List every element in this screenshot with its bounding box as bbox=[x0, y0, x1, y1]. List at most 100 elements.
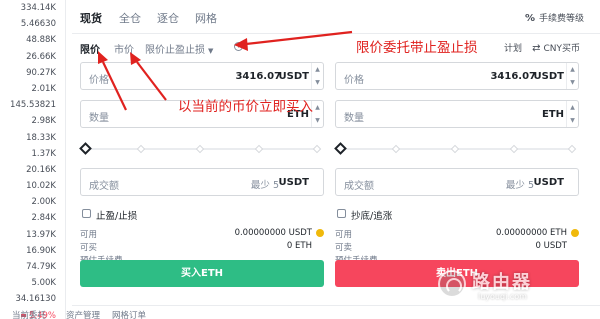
buy-eth-button[interactable]: 买入ETH bbox=[80, 260, 324, 287]
order-book-row: 74.79K bbox=[26, 262, 56, 272]
can-buy-value: 0 ETH bbox=[286, 241, 312, 251]
slider-mark[interactable] bbox=[254, 144, 264, 154]
quantity-label: 数量 bbox=[89, 113, 109, 124]
slider-mark[interactable] bbox=[136, 144, 146, 154]
order-book-row: 16.90K bbox=[26, 245, 56, 256]
fee-level-label: 手续费等级 bbox=[538, 14, 584, 24]
order-book-row: 334.14K bbox=[20, 3, 56, 13]
slider-mark[interactable] bbox=[509, 144, 519, 154]
slider-mark[interactable] bbox=[391, 144, 401, 154]
order-book-row: 2.01K bbox=[31, 83, 57, 94]
can-sell-row: 可卖 0 USDT bbox=[335, 241, 579, 254]
sell-quantity-input[interactable]: 数量 ETH ▲ ▼ bbox=[335, 100, 579, 128]
tpsl-checkbox[interactable]: 止盈/止损 bbox=[80, 206, 324, 222]
order-book-row: 10.02K bbox=[26, 181, 56, 192]
total-label: 成交额 bbox=[89, 181, 119, 192]
buy-price-input[interactable]: 价格 3416.07 USDT ▲ ▼ bbox=[80, 62, 324, 90]
tab-open-orders[interactable]: 当前委托 bbox=[12, 309, 46, 319]
price-label: 价格 bbox=[89, 75, 109, 86]
buy-dip-checkbox-label: 抄底/追涨 bbox=[351, 211, 393, 222]
tab-grid-orders[interactable]: 网格订单 bbox=[112, 309, 146, 319]
can-sell-label: 可卖 bbox=[335, 243, 353, 253]
buy-percent-slider[interactable] bbox=[79, 138, 324, 160]
order-book-row: 1.37K bbox=[31, 148, 57, 159]
total-label: 成交额 bbox=[344, 181, 374, 192]
available-label: 可用 bbox=[80, 230, 98, 240]
price-value: 3416.07 bbox=[490, 71, 536, 82]
total-min-hint: 最少 5 bbox=[250, 180, 279, 191]
add-funds-icon[interactable] bbox=[316, 229, 324, 237]
order-type-row: 限价 市价 限价止盈止损 ▼ i 计划 ⇄ CNY买币 bbox=[72, 38, 600, 58]
can-buy-label: 可买 bbox=[80, 243, 98, 253]
price-stepper[interactable]: ▲ ▼ bbox=[311, 63, 323, 89]
available-row: 可用 0.00000000 ETH bbox=[335, 228, 579, 241]
quantity-unit: ETH bbox=[541, 109, 564, 120]
buy-dip-checkbox[interactable]: 抄底/追涨 bbox=[335, 206, 579, 222]
tab-assets[interactable]: 资产管理 bbox=[66, 309, 100, 319]
watermark-name: 路由器 bbox=[472, 272, 532, 293]
available-value: 0.00000000 ETH bbox=[495, 228, 567, 238]
annotation-market: 以当前的币价立即买入 bbox=[178, 99, 313, 115]
order-book-row: 5.00K bbox=[31, 278, 57, 289]
order-book-row: 90.27K bbox=[26, 67, 56, 78]
quantity-stepper[interactable]: ▲ ▼ bbox=[566, 101, 578, 127]
checkbox-box[interactable] bbox=[337, 209, 346, 218]
quantity-label: 数量 bbox=[344, 113, 364, 124]
order-type-limit[interactable]: 限价 bbox=[80, 41, 100, 56]
tab-isolated[interactable]: 逐仓 bbox=[157, 10, 179, 26]
add-funds-icon[interactable] bbox=[571, 229, 579, 237]
cny-buy-label: CNY买币 bbox=[543, 44, 580, 54]
sell-price-input[interactable]: 价格 3416.07 USDT ▲ ▼ bbox=[335, 62, 579, 90]
total-unit: USDT bbox=[278, 177, 309, 188]
order-type-market[interactable]: 市价 bbox=[114, 41, 134, 56]
order-book-row: 13.97K bbox=[26, 229, 56, 240]
order-type-tpsl-label: 限价止盈止损 bbox=[145, 45, 205, 56]
buy-form: 价格 3416.07 USDT ▲ ▼ 数量 ETH ▲ ▼ 成交额 最少 5 US… bbox=[79, 62, 324, 267]
sell-form: 价格 3416.07 USDT ▲ ▼ 数量 ETH ▲ ▼ 成交额 最少 5 US… bbox=[334, 62, 579, 267]
slider-mark[interactable] bbox=[195, 144, 205, 154]
cny-buy-link[interactable]: ⇄ CNY买币 bbox=[532, 41, 580, 54]
trade-mode-tabs: 现货 全仓 逐仓 网格 % 手续费等级 bbox=[72, 0, 600, 34]
order-book-row: 20.16K bbox=[26, 164, 56, 175]
slider-mark[interactable] bbox=[450, 144, 460, 154]
swap-icon: ⇄ bbox=[532, 43, 541, 54]
tpsl-checkbox-label: 止盈/止损 bbox=[96, 211, 138, 222]
percent-icon: % bbox=[524, 13, 535, 24]
order-book-row: 26.66K bbox=[26, 51, 56, 62]
order-type-tpsl[interactable]: 限价止盈止损 ▼ bbox=[145, 41, 213, 56]
order-book-row: 48.88K bbox=[26, 35, 56, 46]
plan-link[interactable]: 计划 bbox=[504, 41, 522, 54]
info-icon[interactable]: i bbox=[234, 42, 243, 51]
tab-grid[interactable]: 网格 bbox=[195, 10, 217, 26]
price-value: 3416.07 bbox=[235, 71, 281, 82]
order-book-row: 145.53821 bbox=[10, 100, 56, 111]
buy-total-input[interactable]: 成交额 最少 5 USDT bbox=[80, 168, 324, 196]
order-book-row: 2.00K bbox=[31, 197, 57, 208]
order-book-strip: 334.14K 5.46630 48.88K 26.66K 90.27K 2.0… bbox=[0, 0, 66, 319]
price-unit: USDT bbox=[533, 71, 564, 82]
available-row: 可用 0.00000000 USDT bbox=[80, 228, 324, 241]
slider-knob[interactable] bbox=[334, 142, 347, 155]
checkbox-box[interactable] bbox=[82, 209, 91, 218]
tab-cross[interactable]: 全仓 bbox=[119, 10, 141, 26]
sell-percent-slider[interactable] bbox=[334, 138, 579, 160]
fee-level-link[interactable]: % 手续费等级 bbox=[525, 11, 584, 24]
watermark-url: luyouqi.com bbox=[478, 292, 527, 301]
slider-knob[interactable] bbox=[79, 142, 92, 155]
can-buy-row: 可买 0 ETH bbox=[80, 241, 324, 254]
sell-total-input[interactable]: 成交额 最少 5 USDT bbox=[335, 168, 579, 196]
annotation-tpsl: 限价委托带止盈止损 bbox=[356, 40, 478, 56]
order-book-row: 2.84K bbox=[31, 213, 57, 224]
order-book-row: 2.98K bbox=[31, 116, 57, 127]
price-stepper[interactable]: ▲ ▼ bbox=[566, 63, 578, 89]
available-label: 可用 bbox=[335, 230, 353, 240]
slider-mark[interactable] bbox=[312, 144, 322, 154]
can-sell-value: 0 USDT bbox=[535, 241, 567, 251]
available-value: 0.00000000 USDT bbox=[234, 228, 312, 238]
router-logo-icon bbox=[438, 270, 466, 298]
watermark-logo: 路由器 luyouqi.com bbox=[438, 268, 598, 308]
tab-spot[interactable]: 现货 bbox=[80, 10, 102, 26]
total-unit: USDT bbox=[533, 177, 564, 188]
slider-mark[interactable] bbox=[567, 144, 577, 154]
order-book-row: 34.16130 bbox=[15, 294, 56, 305]
